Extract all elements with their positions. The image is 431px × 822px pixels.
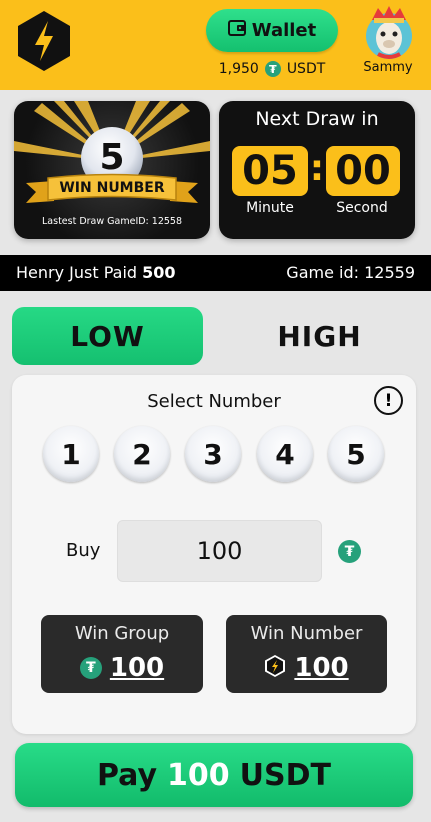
ticker-text: Henry Just Paid: [16, 263, 138, 282]
app-logo-icon[interactable]: [15, 9, 73, 73]
countdown-seconds: 00: [326, 146, 400, 196]
win-number-banner: WIN NUMBER: [59, 180, 165, 196]
ticker-amount: 500: [142, 263, 176, 282]
high-button[interactable]: HIGH: [224, 307, 415, 365]
buy-amount-input[interactable]: [117, 520, 322, 582]
balance-display: 1,950 ₮ USDT: [206, 58, 338, 80]
wallet-button[interactable]: Wallet: [206, 9, 338, 52]
next-draw-title: Next Draw in: [255, 108, 379, 130]
win-group-amount: 100: [109, 653, 165, 683]
number-ball-2[interactable]: 2: [114, 426, 170, 482]
last-win-number: 5: [99, 137, 125, 178]
pay-prefix: Pay: [96, 757, 158, 793]
buy-label: Buy: [66, 540, 101, 561]
info-icon[interactable]: !: [374, 386, 403, 415]
wallet-label: Wallet: [251, 20, 317, 41]
number-ball-5[interactable]: 5: [328, 426, 384, 482]
pay-amount: 100: [167, 757, 230, 793]
tether-icon: ₮: [79, 657, 102, 679]
win-number-box: Win Number 100: [226, 615, 387, 693]
low-button[interactable]: LOW: [12, 307, 203, 365]
ticker-message: Henry Just Paid 500: [16, 263, 176, 282]
pay-currency: USDT: [239, 757, 332, 793]
username: Sammy: [363, 60, 413, 75]
avatar[interactable]: [364, 6, 414, 60]
tether-icon: ₮: [264, 61, 281, 77]
win-group-box: Win Group ₮ 100: [41, 615, 203, 693]
second-label: Second: [336, 200, 388, 216]
select-number-title: Select Number: [147, 391, 281, 412]
tether-icon: ₮: [338, 540, 361, 563]
balance-amount: 1,950: [218, 61, 259, 77]
lightning-token-icon: [264, 654, 286, 682]
ticker-game-id: Game id: 12559: [286, 263, 415, 282]
number-ball-4[interactable]: 4: [257, 426, 313, 482]
countdown-separator: :: [309, 148, 325, 189]
win-number-amount: 100: [294, 653, 349, 683]
countdown-minutes: 05: [232, 146, 308, 196]
minute-label: Minute: [246, 200, 294, 216]
number-ball-1[interactable]: 1: [43, 426, 99, 482]
win-group-title: Win Group: [74, 623, 170, 644]
last-draw-caption: Lastest Draw GameID: 12558: [42, 216, 182, 227]
pay-button[interactable]: Pay 100 USDT: [15, 743, 413, 807]
payout-ticker: Henry Just Paid 500 Game id: 12559: [0, 255, 431, 291]
number-ball-3[interactable]: 3: [185, 426, 241, 482]
wallet-icon: [227, 20, 246, 41]
win-number-title: Win Number: [250, 623, 363, 644]
balance-currency: USDT: [286, 61, 326, 77]
